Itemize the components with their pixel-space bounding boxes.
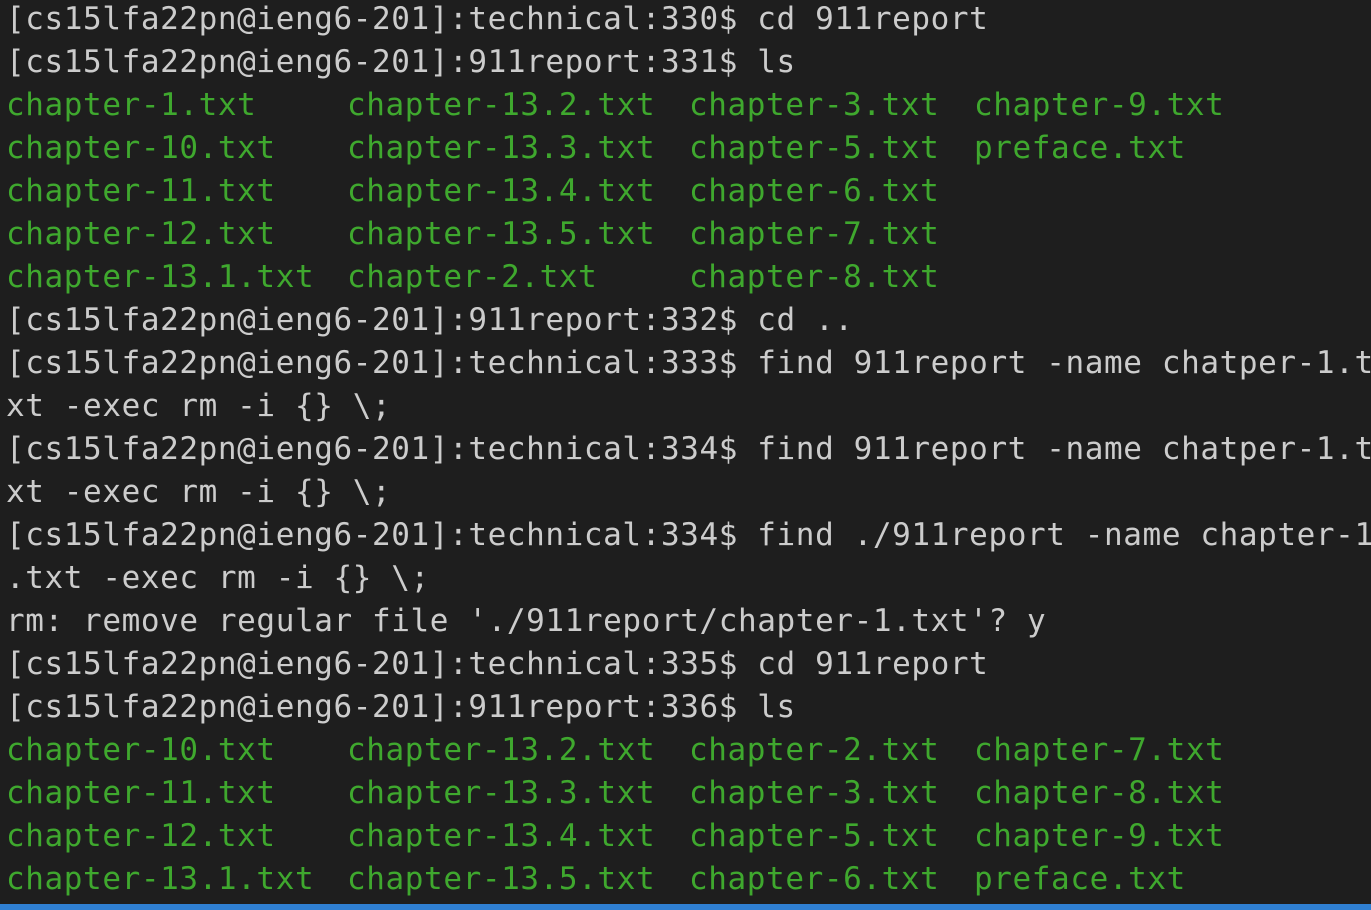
terminal-window[interactable]: [cs15lfa22pn@ieng6-201]:technical:330$ c… <box>0 0 1371 910</box>
terminal-line: [cs15lfa22pn@ieng6-201]:911report:336$ l… <box>6 689 796 725</box>
file-entry: chapter-8.txt <box>689 259 940 295</box>
terminal-line: [cs15lfa22pn@ieng6-201]:technical:334$ f… <box>6 517 1371 553</box>
file-entry: preface.txt <box>974 861 1186 897</box>
file-entry: preface.txt <box>974 130 1186 166</box>
file-entry: chapter-13.2.txt <box>347 87 656 123</box>
file-entry: chapter-13.3.txt <box>347 775 656 811</box>
terminal-line: [cs15lfa22pn@ieng6-201]:technical:333$ f… <box>6 345 1371 381</box>
file-entry: chapter-13.5.txt <box>347 216 656 252</box>
file-entry: chapter-3.txt <box>689 775 940 811</box>
file-entry: chapter-9.txt <box>974 818 1225 854</box>
file-entry: chapter-10.txt <box>6 130 276 166</box>
terminal-line: [cs15lfa22pn@ieng6-201]:technical:330$ c… <box>6 1 989 37</box>
terminal-line: xt -exec rm -i {} \; <box>6 388 392 424</box>
terminal-line: .txt -exec rm -i {} \; <box>6 560 430 596</box>
file-entry: chapter-7.txt <box>974 732 1225 768</box>
file-entry: chapter-2.txt <box>689 732 940 768</box>
file-entry: chapter-7.txt <box>689 216 940 252</box>
file-entry: chapter-13.3.txt <box>347 130 656 166</box>
file-entry: chapter-12.txt <box>6 818 276 854</box>
file-entry: chapter-13.1.txt <box>6 259 315 295</box>
terminal-line: [cs15lfa22pn@ieng6-201]:911report:331$ l… <box>6 44 796 80</box>
ls-output-row: chapter-10.txt chapter-13.2.txt chapter-… <box>6 729 1371 772</box>
ls-output-row: chapter-12.txt chapter-13.4.txt chapter-… <box>6 815 1371 858</box>
ls-output-row: chapter-11.txt chapter-13.3.txt chapter-… <box>6 772 1371 815</box>
ls-output-row: chapter-1.txt chapter-13.2.txt chapter-3… <box>6 84 1371 127</box>
terminal-line: [cs15lfa22pn@ieng6-201]:911report:332$ c… <box>6 302 854 338</box>
ls-output-row: chapter-13.1.txt chapter-13.5.txt chapte… <box>6 858 1371 901</box>
terminal-line: xt -exec rm -i {} \; <box>6 474 392 510</box>
file-entry: chapter-9.txt <box>974 87 1225 123</box>
file-entry: chapter-11.txt <box>6 173 276 209</box>
file-entry: chapter-13.5.txt <box>347 861 656 897</box>
ls-output-row: chapter-10.txt chapter-13.3.txt chapter-… <box>6 127 1371 170</box>
file-entry: chapter-13.4.txt <box>347 818 656 854</box>
file-entry: chapter-10.txt <box>6 732 276 768</box>
file-entry: chapter-8.txt <box>974 775 1225 811</box>
file-entry: chapter-11.txt <box>6 775 276 811</box>
file-entry: chapter-13.1.txt <box>6 861 315 897</box>
terminal-line: rm: remove regular file './911report/cha… <box>6 603 1047 639</box>
file-entry: chapter-3.txt <box>689 87 940 123</box>
file-entry: chapter-5.txt <box>689 130 940 166</box>
file-entry: chapter-5.txt <box>689 818 940 854</box>
status-bar <box>0 904 1371 910</box>
file-entry: chapter-6.txt <box>689 173 940 209</box>
file-entry: chapter-13.4.txt <box>347 173 656 209</box>
ls-output-row: chapter-11.txt chapter-13.4.txt chapter-… <box>6 170 1371 213</box>
terminal-line: [cs15lfa22pn@ieng6-201]:technical:335$ c… <box>6 646 989 682</box>
file-entry: chapter-13.2.txt <box>347 732 656 768</box>
file-entry: chapter-1.txt <box>6 87 257 123</box>
terminal-output: [cs15lfa22pn@ieng6-201]:technical:330$ c… <box>6 0 1371 901</box>
terminal-line: [cs15lfa22pn@ieng6-201]:technical:334$ f… <box>6 431 1371 467</box>
file-entry: chapter-6.txt <box>689 861 940 897</box>
ls-output-row: chapter-13.1.txt chapter-2.txt chapter-8… <box>6 256 1371 299</box>
file-entry: chapter-2.txt <box>347 259 598 295</box>
ls-output-row: chapter-12.txt chapter-13.5.txt chapter-… <box>6 213 1371 256</box>
file-entry: chapter-12.txt <box>6 216 276 252</box>
